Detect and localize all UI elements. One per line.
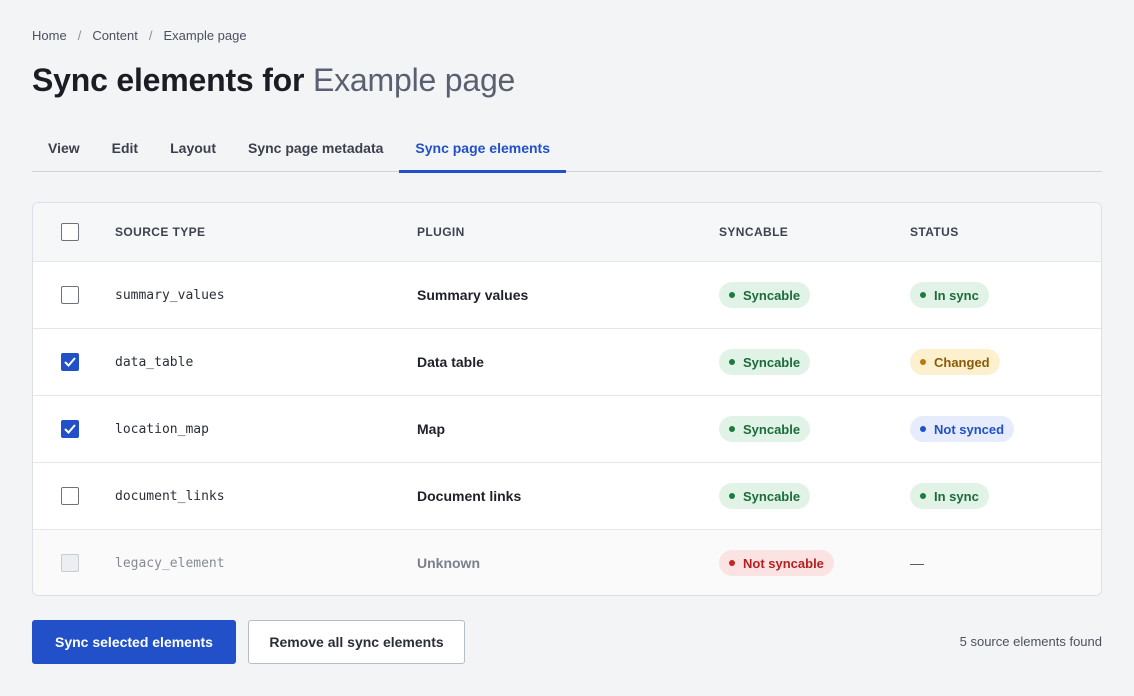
status-empty-value: —: [910, 555, 924, 571]
status-dot-icon: [920, 359, 926, 365]
status-badge: In sync: [910, 282, 989, 308]
plugin-name: Data table: [417, 354, 484, 370]
table-row: document_links Document links Syncable I…: [33, 462, 1101, 529]
status-badge-label: In sync: [934, 287, 979, 303]
source-type-value: data_table: [115, 354, 194, 370]
tab-bar: View Edit Layout Sync page metadata Sync…: [32, 130, 1102, 173]
source-type-value: document_links: [115, 488, 225, 504]
sync-elements-table: SOURCE TYPE PLUGIN SYNCABLE STATUS summa…: [32, 202, 1102, 596]
column-header-source-type[interactable]: SOURCE TYPE: [115, 203, 205, 261]
syncable-badge: Syncable: [719, 349, 811, 375]
page-title-prefix: Sync elements for: [32, 62, 305, 98]
breadcrumb-content-link[interactable]: Content: [92, 28, 138, 43]
remove-all-sync-elements-button[interactable]: Remove all sync elements: [248, 620, 465, 664]
syncable-badge-label: Not syncable: [743, 555, 824, 571]
row-checkbox-disabled: [61, 554, 79, 572]
plugin-name: Unknown: [417, 555, 480, 571]
breadcrumb-home-link[interactable]: Home: [32, 28, 67, 43]
tab-edit[interactable]: Edit: [96, 130, 154, 172]
status-dot-icon: [729, 359, 735, 365]
column-header-syncable[interactable]: SYNCABLE: [719, 203, 788, 261]
row-checkbox[interactable]: [61, 353, 79, 371]
plugin-name: Summary values: [417, 287, 529, 303]
status-badge-label: Not synced: [934, 421, 1005, 437]
page-title-subject: Example page: [312, 62, 516, 98]
status-badge-label: Changed: [934, 354, 990, 370]
source-type-value: location_map: [115, 421, 209, 437]
status-dot-icon: [729, 292, 735, 298]
status-dot-icon: [920, 426, 926, 432]
status-badge: Changed: [910, 349, 1000, 375]
table-row: data_table Data table Syncable Changed: [33, 328, 1101, 395]
source-type-value: summary_values: [115, 287, 225, 303]
syncable-badge-label: Syncable: [743, 488, 801, 504]
breadcrumb-separator: /: [148, 28, 153, 43]
status-badge: Not synced: [910, 416, 1015, 442]
table-row: summary_values Summary values Syncable I…: [33, 261, 1101, 328]
breadcrumb: Home / Content / Example page: [32, 28, 247, 43]
status-dot-icon: [920, 493, 926, 499]
status-dot-icon: [729, 493, 735, 499]
row-checkbox[interactable]: [61, 286, 79, 304]
column-header-plugin[interactable]: PLUGIN: [417, 203, 465, 261]
tab-sync-page-metadata[interactable]: Sync page metadata: [232, 130, 399, 172]
syncable-badge: Syncable: [719, 282, 811, 308]
tab-sync-page-elements[interactable]: Sync page elements: [399, 130, 566, 173]
status-dot-icon: [729, 560, 735, 566]
syncable-badge: Syncable: [719, 483, 811, 509]
source-elements-count: 5 source elements found: [959, 634, 1102, 649]
syncable-badge-label: Syncable: [743, 354, 801, 370]
tab-view[interactable]: View: [32, 130, 96, 172]
status-badge: In sync: [910, 483, 989, 509]
tab-layout[interactable]: Layout: [154, 130, 232, 172]
status-dot-icon: [920, 292, 926, 298]
breadcrumb-separator: /: [77, 28, 82, 43]
status-dot-icon: [729, 426, 735, 432]
row-checkbox[interactable]: [61, 487, 79, 505]
plugin-name: Map: [417, 421, 445, 437]
table-row: legacy_element Unknown Not syncable —: [33, 529, 1101, 595]
syncable-badge: Syncable: [719, 416, 811, 442]
plugin-name: Document links: [417, 488, 522, 504]
select-all-checkbox[interactable]: [61, 223, 79, 241]
breadcrumb-current-page: Example page: [163, 28, 247, 43]
syncable-badge: Not syncable: [719, 550, 834, 576]
source-type-value: legacy_element: [115, 555, 225, 571]
table-header-row: SOURCE TYPE PLUGIN SYNCABLE STATUS: [33, 203, 1101, 261]
table-row: location_map Map Syncable Not synced: [33, 395, 1101, 462]
status-badge-label: In sync: [934, 488, 979, 504]
sync-selected-elements-button[interactable]: Sync selected elements: [32, 620, 236, 664]
syncable-badge-label: Syncable: [743, 421, 801, 437]
row-checkbox[interactable]: [61, 420, 79, 438]
syncable-badge-label: Syncable: [743, 287, 801, 303]
column-header-status[interactable]: STATUS: [910, 203, 959, 261]
page-title: Sync elements for Example page: [32, 62, 515, 99]
